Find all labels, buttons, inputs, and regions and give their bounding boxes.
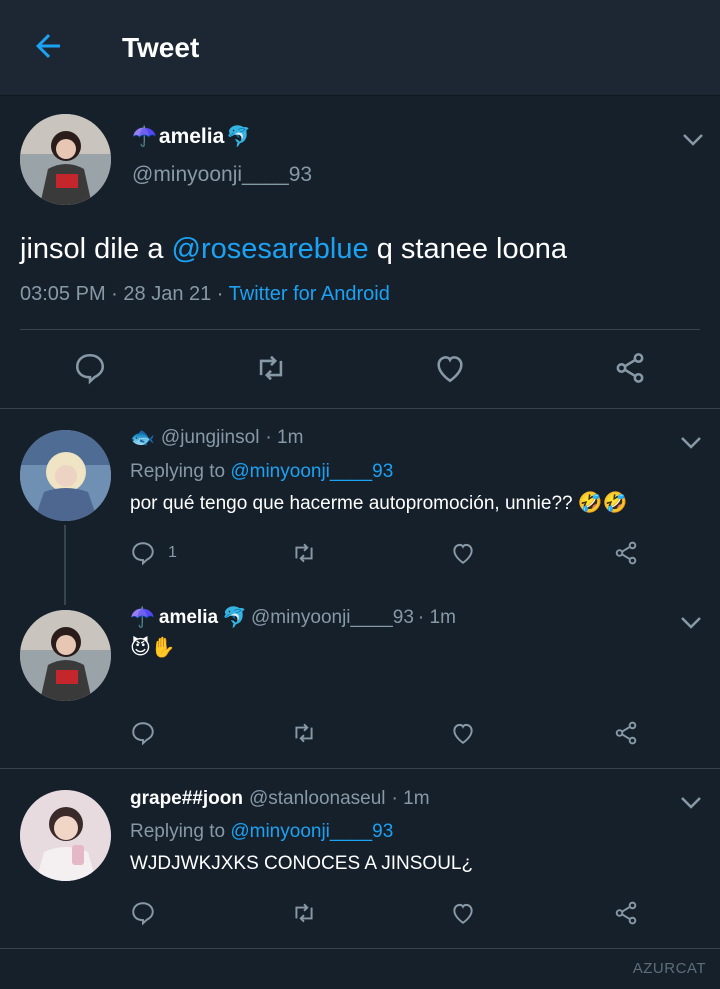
back-button[interactable] bbox=[30, 28, 66, 64]
tweet-source-link[interactable]: Twitter for Android bbox=[229, 283, 390, 305]
tweet-time: 03:05 PM bbox=[20, 283, 106, 305]
avatar-image bbox=[20, 114, 111, 205]
separator bbox=[0, 768, 720, 769]
avatar-image bbox=[20, 610, 111, 701]
arrow-left-icon bbox=[36, 34, 60, 58]
reply-button[interactable] bbox=[130, 900, 156, 926]
tweet-text-before: jinsol dile a bbox=[20, 233, 172, 265]
reply-icon bbox=[75, 353, 105, 385]
reply-button[interactable] bbox=[130, 540, 156, 566]
tweet-meta: 03:05 PM · 28 Jan 21 · Twitter for Andro… bbox=[20, 283, 390, 306]
tweet-text-after: q stanee loona bbox=[368, 233, 567, 265]
watermark: AZURCAT bbox=[632, 960, 706, 977]
like-button[interactable] bbox=[450, 720, 476, 746]
avatar[interactable] bbox=[20, 790, 111, 881]
reply-time: · 1m bbox=[265, 427, 304, 448]
mention-link[interactable]: @rosesareblue bbox=[172, 233, 369, 265]
reply-handle[interactable]: @minyoonji____93 bbox=[251, 607, 414, 629]
share-icon bbox=[616, 353, 644, 383]
retweet-icon bbox=[295, 903, 313, 923]
meta-dot: · bbox=[105, 283, 124, 305]
chevron-down-icon[interactable] bbox=[682, 133, 704, 147]
retweet-button[interactable] bbox=[291, 900, 317, 926]
like-button[interactable] bbox=[450, 540, 476, 566]
like-button[interactable] bbox=[450, 900, 476, 926]
dolphin-emoji: 🐬 bbox=[226, 126, 252, 148]
reply-text-body: por qué tengo que hacerme autopromoción,… bbox=[130, 493, 573, 514]
retweet-icon bbox=[259, 355, 283, 381]
thread-line bbox=[64, 525, 66, 605]
replying-to: Replying to @minyoonji____93 bbox=[130, 461, 393, 483]
chevron-down-icon[interactable] bbox=[680, 436, 702, 450]
chevron-down-icon[interactable] bbox=[680, 616, 702, 630]
reply-handle[interactable]: @jungjinsol bbox=[161, 427, 260, 449]
chevron-down-icon[interactable] bbox=[680, 796, 702, 810]
replying-handle-link[interactable]: @minyoonji____93 bbox=[230, 821, 393, 842]
avatar[interactable] bbox=[20, 430, 111, 521]
reply-text: por qué tengo que hacerme autopromoción,… bbox=[130, 493, 628, 515]
top-bar: Tweet bbox=[0, 0, 720, 96]
like-button[interactable] bbox=[433, 351, 467, 385]
replying-label: Replying to bbox=[130, 461, 231, 482]
tweet-text: jinsol dile a @rosesareblue q stanee loo… bbox=[20, 233, 567, 266]
reply-header: grape##joon @stanloonaseul · 1m bbox=[130, 788, 430, 810]
tweet-date: 28 Jan 21 bbox=[123, 283, 212, 305]
share-button[interactable] bbox=[613, 351, 647, 385]
share-button[interactable] bbox=[613, 540, 639, 566]
avatar[interactable] bbox=[20, 114, 111, 205]
heart-icon bbox=[453, 723, 473, 744]
reply-handle[interactable]: @stanloonaseul bbox=[249, 788, 386, 810]
share-icon bbox=[615, 541, 637, 565]
umbrella-emoji: ☂️ bbox=[130, 607, 155, 629]
reply-count: 1 bbox=[168, 544, 177, 561]
retweet-button[interactable] bbox=[291, 720, 317, 746]
share-button[interactable] bbox=[613, 720, 639, 746]
reply-icon bbox=[132, 902, 154, 926]
share-button[interactable] bbox=[613, 900, 639, 926]
reply-icon bbox=[132, 542, 154, 566]
reply-header: ☂️ amelia 🐬 @minyoonji____93 · 1m bbox=[130, 607, 456, 629]
replying-handle-link[interactable]: @minyoonji____93 bbox=[230, 461, 393, 482]
avatar-image bbox=[20, 790, 111, 881]
meta-dot: · bbox=[211, 283, 229, 305]
reply-text: 😈✋ bbox=[130, 638, 176, 660]
heart-icon bbox=[453, 903, 473, 924]
avatar[interactable] bbox=[20, 610, 111, 701]
page-title: Tweet bbox=[122, 32, 200, 63]
share-icon bbox=[615, 721, 637, 745]
author-name-text: amelia bbox=[158, 125, 225, 148]
reply-header: 🐟 @jungjinsol · 1m bbox=[130, 427, 303, 449]
author-name[interactable]: ☂️ amelia 🐬 bbox=[132, 125, 251, 149]
avatar-image bbox=[20, 430, 111, 521]
reply-text: WJDJWKJXKS CONOCES A JINSOUL¿ bbox=[130, 853, 474, 874]
retweet-button[interactable] bbox=[291, 540, 317, 566]
replying-label: Replying to bbox=[130, 821, 231, 842]
reply-button[interactable] bbox=[130, 720, 156, 746]
reply-author-name[interactable]: grape##joon bbox=[130, 788, 243, 810]
separator bbox=[0, 948, 720, 949]
retweet-button[interactable] bbox=[254, 351, 288, 385]
share-icon bbox=[615, 901, 637, 925]
heart-icon bbox=[453, 543, 473, 564]
devil-hand-emoji: 😈✋ bbox=[130, 637, 176, 659]
laughing-emoji: 🤣🤣 bbox=[577, 492, 628, 514]
reply-icon bbox=[132, 722, 154, 746]
separator bbox=[0, 408, 720, 409]
umbrella-emoji: ☂️ bbox=[132, 126, 157, 148]
heart-icon bbox=[437, 356, 463, 383]
reply-time: · 1m bbox=[391, 788, 430, 809]
fish-emoji: 🐟 bbox=[130, 427, 155, 449]
retweet-icon bbox=[295, 723, 313, 743]
reply-button[interactable] bbox=[73, 351, 107, 385]
replying-to: Replying to @minyoonji____93 bbox=[130, 821, 393, 843]
reply-author-name[interactable]: amelia bbox=[159, 607, 218, 629]
author-handle[interactable]: @minyoonji____93 bbox=[132, 163, 312, 187]
divider bbox=[20, 329, 700, 330]
reply-time: · 1m bbox=[417, 607, 456, 628]
retweet-icon bbox=[295, 543, 313, 563]
dolphin-emoji: 🐬 bbox=[222, 607, 247, 629]
